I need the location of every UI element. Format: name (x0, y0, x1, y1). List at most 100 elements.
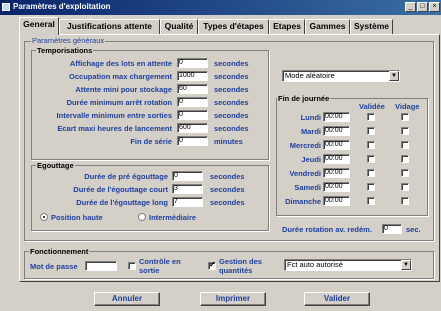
vidage-checkbox[interactable] (401, 127, 409, 135)
ecart-heures-field[interactable]: 600 (177, 123, 208, 133)
temporisations-group: Temporisations Affichage des lots en att… (31, 46, 269, 160)
egouttage-title: Egouttage (36, 161, 75, 170)
day-time-field[interactable]: 00:00 (323, 168, 350, 178)
password-field[interactable] (85, 261, 117, 271)
vidage-checkbox[interactable] (401, 113, 409, 121)
gestion-label-line1: Gestion des (219, 257, 262, 266)
validee-checkbox[interactable] (367, 113, 375, 121)
password-label: Mot de passe (30, 262, 78, 271)
maximize-button[interactable]: □ (417, 2, 428, 12)
pre-egouttage-label: Durée de pré égouttage (84, 172, 168, 181)
gestion-quantites-checkbox[interactable] (208, 260, 216, 270)
rotation-field[interactable]: 0 (382, 224, 402, 234)
vidage-checkbox[interactable] (401, 169, 409, 177)
close-button[interactable]: × (429, 2, 440, 12)
col-vidage-header: Vidage (395, 102, 420, 111)
egouttage-court-unit: secondes (210, 185, 245, 194)
app-icon (2, 3, 10, 11)
attente-mini-field[interactable]: 60 (177, 84, 208, 94)
tab-types-etapes[interactable]: Types d'étapes (198, 19, 269, 34)
mode-select[interactable]: Mode aléatoire ▼ (282, 70, 400, 82)
position-haute-label: Position haute (51, 213, 103, 222)
pre-egouttage-field[interactable]: 0 (172, 171, 203, 181)
affichage-lots-field[interactable]: 0 (177, 58, 208, 68)
intervalle-sorties-unit: secondes (214, 111, 249, 120)
occupation-max-field[interactable]: 1000 (177, 71, 208, 81)
day-time-field[interactable]: 00:00 (323, 196, 350, 206)
day-label: Lundi (300, 113, 321, 122)
day-label: Samedi (294, 183, 321, 192)
tab-gammes[interactable]: Gammes (305, 19, 350, 34)
egouttage-long-unit: secondes (210, 198, 245, 207)
day-label: Mercredi (289, 141, 321, 150)
validee-checkbox[interactable] (367, 169, 375, 177)
day-time-field[interactable]: 00:00 (323, 154, 350, 164)
intermediaire-label: Intermédiaire (149, 213, 197, 222)
tab-systeme[interactable]: Système (350, 19, 393, 34)
fct-select[interactable]: Fct auto autorisé ▼ (284, 259, 412, 271)
controle-sortie-checkbox[interactable] (128, 262, 136, 270)
fin-serie-unit: minutes (214, 137, 243, 146)
mode-select-value: Mode aléatoire (285, 71, 335, 80)
chevron-down-icon[interactable]: ▼ (401, 260, 411, 270)
tab-general[interactable]: General (19, 17, 59, 35)
day-label: Vendredi (289, 169, 321, 178)
cancel-button[interactable]: Annuler (94, 292, 160, 306)
temporisations-title: Temporisations (36, 46, 94, 55)
intermediaire-radio[interactable] (138, 213, 146, 221)
day-time-field[interactable]: 00:00 (323, 112, 350, 122)
egouttage-long-label: Durée de l'égouttage long (76, 198, 168, 207)
controle-label-line2: sortie (139, 266, 160, 275)
validee-checkbox[interactable] (367, 127, 375, 135)
affichage-lots-unit: secondes (214, 59, 249, 68)
col-validee-header: Validée (359, 102, 385, 111)
tab-qualite[interactable]: Qualité (160, 19, 198, 34)
day-time-field[interactable]: 00:00 (323, 140, 350, 150)
chevron-down-icon[interactable]: ▼ (389, 71, 399, 81)
rotation-unit: sec. (406, 225, 421, 234)
validee-checkbox[interactable] (367, 197, 375, 205)
ecart-heures-label: Ecart maxi heures de lancement (57, 124, 172, 133)
attente-mini-label: Attente mini pour stockage (75, 85, 172, 94)
day-time-field[interactable]: 00:00 (323, 126, 350, 136)
vidage-checkbox[interactable] (401, 183, 409, 191)
duree-arret-unit: secondes (214, 98, 249, 107)
tab-etapes[interactable]: Etapes (269, 19, 305, 34)
validee-checkbox[interactable] (367, 141, 375, 149)
controle-label-line1: Contrôle en (139, 257, 181, 266)
minimize-button[interactable]: _ (405, 2, 416, 12)
gestion-label-line2: quantités (219, 266, 253, 275)
fct-select-value: Fct auto autorisé (287, 260, 343, 269)
duree-arret-label: Durée minimum arrêt rotation (66, 98, 172, 107)
validate-button[interactable]: Valider (304, 292, 370, 306)
occupation-max-label: Occupation max chargement (69, 72, 172, 81)
vidage-checkbox[interactable] (401, 141, 409, 149)
fin-journee-group: Fin de journée Validée Vidage Lundi 00:0… (276, 94, 428, 216)
duree-arret-field[interactable]: 0 (177, 97, 208, 107)
day-label: Jeudi (301, 155, 321, 164)
egouttage-long-field[interactable]: 7 (172, 197, 203, 207)
tab-justifications-attente[interactable]: Justifications attente (59, 19, 160, 34)
fin-journee-title: Fin de journée (277, 94, 331, 103)
attente-mini-unit: secondes (214, 85, 249, 94)
tab-panel-general: Paramètres généraux Temporisations Affic… (19, 34, 440, 282)
intervalle-sorties-label: Intervalle minimum entre sorties (56, 111, 172, 120)
ecart-heures-unit: secondes (214, 124, 249, 133)
egouttage-court-field[interactable]: 3 (172, 184, 203, 194)
fin-serie-field[interactable]: 0 (177, 136, 208, 146)
intervalle-sorties-field[interactable]: 0 (177, 110, 208, 120)
fonctionnement-group: Fonctionnement Mot de passe Contrôle en … (24, 247, 434, 279)
vidage-checkbox[interactable] (401, 197, 409, 205)
validee-checkbox[interactable] (367, 183, 375, 191)
title-bar: Paramètres d'exploitation _ □ × (0, 0, 441, 15)
parametres-generaux-title: Paramètres généraux (31, 36, 106, 45)
validee-checkbox[interactable] (367, 155, 375, 163)
fin-serie-label: Fin de série (130, 137, 172, 146)
affichage-lots-label: Affichage des lots en attente (69, 59, 172, 68)
vidage-checkbox[interactable] (401, 155, 409, 163)
rotation-label: Durée rotation av. redém. (282, 225, 372, 234)
position-haute-radio[interactable] (40, 213, 48, 221)
print-button[interactable]: Imprimer (200, 292, 266, 306)
fonctionnement-title: Fonctionnement (29, 247, 90, 256)
day-time-field[interactable]: 00:00 (323, 182, 350, 192)
